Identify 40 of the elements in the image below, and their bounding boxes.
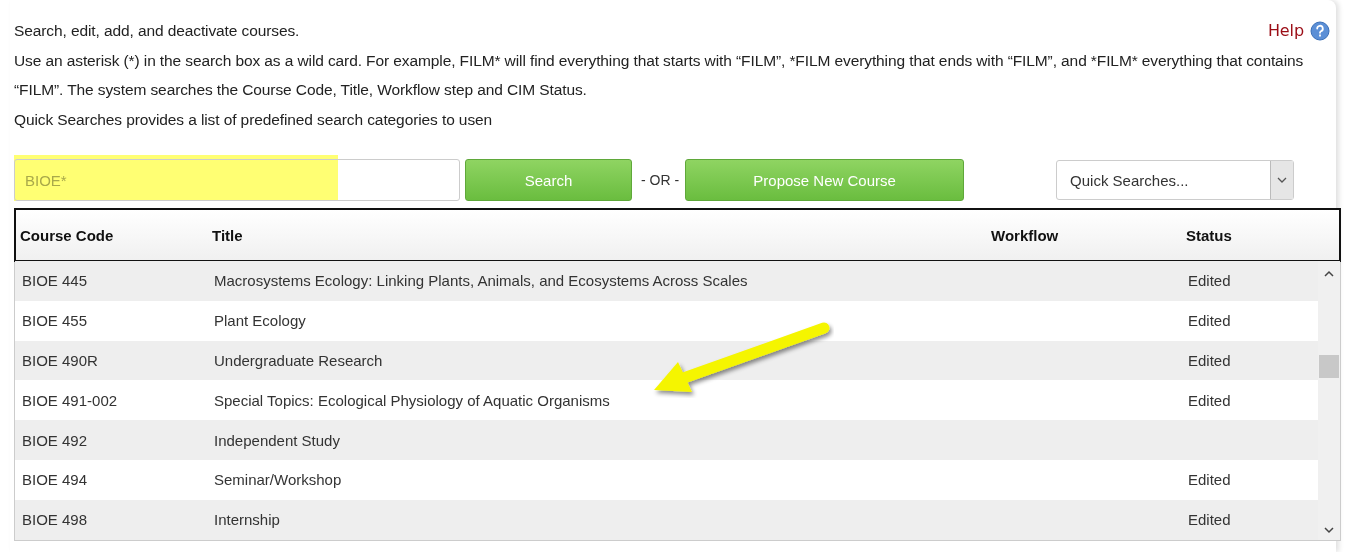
table-row[interactable]: BIOE 498 Internship Edited xyxy=(15,499,1318,540)
title-cell-text: Independent Study xyxy=(213,431,341,449)
column-header[interactable]: Status xyxy=(1182,226,1339,244)
course-code-cell-text: BIOE 491-002 xyxy=(21,391,119,409)
help-link[interactable]: Help xyxy=(1267,16,1304,46)
scroll-thumb[interactable] xyxy=(1319,355,1339,378)
status-cell: Edited xyxy=(1188,511,1231,529)
course-code-cell-text: BIOE 455 xyxy=(21,312,89,330)
column-header[interactable]: Title xyxy=(208,226,987,244)
table-row[interactable]: BIOE 492 Independent Study xyxy=(15,420,1318,460)
help-icon[interactable] xyxy=(1310,20,1330,41)
title-cell-text: Macrosystems Ecology: Linking Plants, Animals, and Ecosystems Across Scales xyxy=(213,272,749,290)
status-cell: Edited xyxy=(1188,272,1231,290)
status-cell: Edited xyxy=(1188,391,1231,409)
status-cell: Edited xyxy=(1188,471,1231,489)
title-cell-text: Undergraduate Research xyxy=(213,352,384,369)
title-cell-text: Plant Ecology xyxy=(213,312,307,330)
or-separator: - OR - xyxy=(641,172,680,188)
table-row[interactable]: BIOE 445 Macrosystems Ecology: Linking Plants, Animals, and Ecosystems Across Scales Edited xyxy=(15,261,1318,301)
course-code-cell-text: BIOE 490R xyxy=(21,352,99,369)
course-code-cell-text: BIOE 445 xyxy=(21,272,89,290)
chevron-down-icon xyxy=(1277,177,1288,183)
status-cell: Edited xyxy=(1188,352,1231,369)
quick-searches-dropdown[interactable]: Quick Searches... xyxy=(1056,160,1295,200)
scrollbar[interactable] xyxy=(1318,261,1340,540)
status-cell: Edited xyxy=(1188,312,1231,330)
scroll-down-icon[interactable] xyxy=(1324,526,1334,534)
course-code-cell-text: BIOE 492 xyxy=(21,431,89,449)
intro-text: Quick Searches provides a list of predefined search categories to usen xyxy=(14,109,493,130)
intro-text: Search, edit, add, and deactivate courses. xyxy=(14,21,300,41)
title-cell-text: Seminar/Workshop xyxy=(213,471,343,489)
column-header[interactable]: Workflow xyxy=(987,226,1182,244)
table-row[interactable]: BIOE 490R Undergraduate Research Edited xyxy=(15,340,1318,381)
title-cell-text: Special Topics: Ecological Physiology of Aquatic Organisms xyxy=(213,391,611,409)
column-header[interactable]: Course Code xyxy=(16,226,208,244)
course-code-cell-text: BIOE 498 xyxy=(21,511,89,529)
title-cell-text: Internship xyxy=(213,511,281,529)
course-code-cell-text: BIOE 494 xyxy=(21,471,89,489)
intro-text: Use an asterisk (*) in the search box as a wild card. For example, FILM* will find everything that starts with “FILM”, *FILM everything that ends with “FILM”, and *FILM* everything that contains “FILM”. The system searches the Course Code, Title, Workflow step and CIM Status. xyxy=(14,50,1305,100)
scroll-up-icon[interactable] xyxy=(1324,270,1334,277)
